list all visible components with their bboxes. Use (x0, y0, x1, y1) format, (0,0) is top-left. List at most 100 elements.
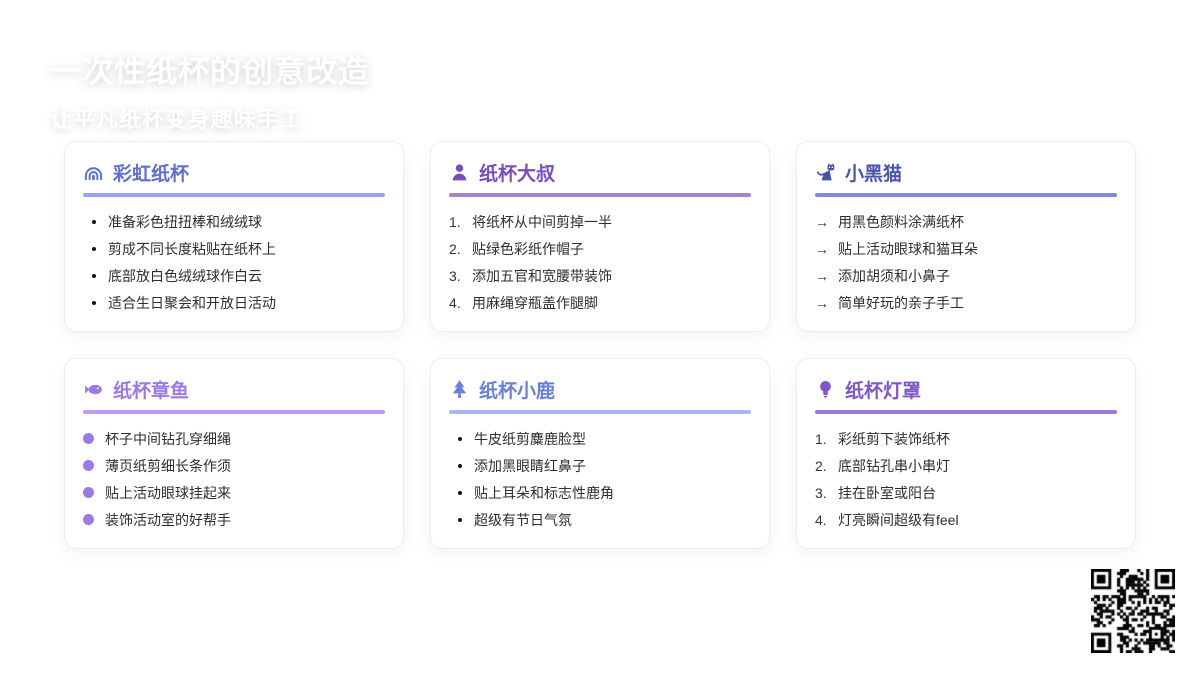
list-item-text: 彩纸剪下装饰纸杯 (838, 429, 950, 449)
list-item: 薄页纸剪细长条作须 (83, 452, 385, 479)
item-number: 2. (815, 458, 838, 474)
list-item: 牛皮纸剪麋鹿脸型 (449, 425, 751, 452)
page-title: 一次性纸杯的创意改造 (50, 46, 370, 91)
card-cup-deer: 纸杯小鹿 牛皮纸剪麋鹿脸型添加黑眼睛红鼻子贴上耳朵和标志性鹿角超级有节日气氛 (430, 358, 770, 549)
bullet-icon (458, 491, 462, 495)
list-item: 杯子中间钻孔穿细绳 (83, 425, 385, 452)
card-list: 准备彩色扭扭棒和绒绒球剪成不同长度粘贴在纸杯上底部放白色绒绒球作白云适合生日聚会… (83, 208, 385, 316)
list-item: 添加黑眼睛红鼻子 (449, 452, 751, 479)
cat-icon (815, 162, 836, 183)
list-item: 3.挂在卧室或阳台 (815, 479, 1117, 506)
card-header: 小黑猫 (815, 159, 1117, 186)
list-item-text: 适合生日聚会和开放日活动 (108, 293, 276, 313)
list-item-text: 装饰活动室的好帮手 (105, 510, 231, 530)
list-item-text: 添加黑眼睛红鼻子 (474, 456, 586, 476)
card-header: 彩虹纸杯 (83, 159, 385, 186)
rainbow-icon (83, 162, 104, 183)
item-number: 1. (449, 214, 472, 230)
card-underline (449, 410, 751, 414)
card-title: 纸杯章鱼 (113, 376, 189, 403)
page-subtitle: 让平凡纸杯变身趣味手工 (50, 102, 370, 134)
card-underline (83, 193, 385, 197)
qr-code (1091, 569, 1175, 653)
list-item: 1.彩纸剪下装饰纸杯 (815, 425, 1117, 452)
list-item-text: 底部钻孔串小串灯 (838, 456, 950, 476)
list-item-text: 简单好玩的亲子手工 (838, 293, 964, 313)
bullet-icon (458, 464, 462, 468)
bullet-icon (92, 274, 96, 278)
card-title: 纸杯灯罩 (845, 376, 921, 403)
card-grid: 彩虹纸杯 准备彩色扭扭棒和绒绒球剪成不同长度粘贴在纸杯上底部放白色绒绒球作白云适… (64, 141, 1136, 549)
card-list: 杯子中间钻孔穿细绳薄页纸剪细长条作须贴上活动眼球挂起来装饰活动室的好帮手 (83, 425, 385, 533)
bullet-icon (458, 518, 462, 522)
card-title: 纸杯小鹿 (479, 376, 555, 403)
bullet-icon (92, 301, 96, 305)
list-item-text: 将纸杯从中间剪掉一半 (472, 212, 612, 232)
list-item-text: 准备彩色扭扭棒和绒绒球 (108, 212, 262, 232)
list-item: 2.贴绿色彩纸作帽子 (449, 235, 751, 262)
card-title: 彩虹纸杯 (113, 159, 189, 186)
list-item-text: 牛皮纸剪麋鹿脸型 (474, 429, 586, 449)
list-item: 装饰活动室的好帮手 (83, 506, 385, 533)
card-header: 纸杯灯罩 (815, 376, 1117, 403)
list-item-text: 剪成不同长度粘贴在纸杯上 (108, 239, 276, 259)
list-item-text: 用麻绳穿瓶盖作腿脚 (472, 293, 598, 313)
list-item: →用黑色颜料涂满纸杯 (815, 208, 1117, 235)
list-item-text: 添加五官和宽腰带装饰 (472, 266, 612, 286)
dot-icon (83, 433, 94, 444)
dot-icon (83, 460, 94, 471)
list-item: 准备彩色扭扭棒和绒绒球 (83, 208, 385, 235)
card-underline (815, 193, 1117, 197)
card-underline (83, 410, 385, 414)
item-number: 3. (449, 268, 472, 284)
card-header: 纸杯大叔 (449, 159, 751, 186)
card-cup-uncle: 纸杯大叔 1.将纸杯从中间剪掉一半2.贴绿色彩纸作帽子3.添加五官和宽腰带装饰4… (430, 141, 770, 332)
card-title: 纸杯大叔 (479, 159, 555, 186)
bullet-icon (92, 220, 96, 224)
arrow-icon: → (815, 214, 838, 230)
list-item: →简单好玩的亲子手工 (815, 289, 1117, 316)
card-list: →用黑色颜料涂满纸杯→贴上活动眼球和猫耳朵→添加胡须和小鼻子→简单好玩的亲子手工 (815, 208, 1117, 316)
bullet-icon (92, 247, 96, 251)
card-header: 纸杯章鱼 (83, 376, 385, 403)
list-item-text: 贴绿色彩纸作帽子 (472, 239, 584, 259)
item-number: 4. (815, 512, 838, 528)
list-item: 贴上活动眼球挂起来 (83, 479, 385, 506)
list-item: 超级有节日气氛 (449, 506, 751, 533)
item-number: 3. (815, 485, 838, 501)
list-item: →添加胡须和小鼻子 (815, 262, 1117, 289)
card-black-cat: 小黑猫 →用黑色颜料涂满纸杯→贴上活动眼球和猫耳朵→添加胡须和小鼻子→简单好玩的… (796, 141, 1136, 332)
list-item-text: 薄页纸剪细长条作须 (105, 456, 231, 476)
list-item: 贴上耳朵和标志性鹿角 (449, 479, 751, 506)
bullet-icon (458, 437, 462, 441)
list-item-text: 贴上耳朵和标志性鹿角 (474, 483, 614, 503)
list-item-text: 贴上活动眼球挂起来 (105, 483, 231, 503)
card-underline (815, 410, 1117, 414)
bulb-icon (815, 379, 836, 400)
qr-code-canvas (1091, 569, 1175, 653)
item-number: 2. (449, 241, 472, 257)
list-item-text: 挂在卧室或阳台 (838, 483, 936, 503)
list-item-text: 添加胡须和小鼻子 (838, 266, 950, 286)
list-item: 2.底部钻孔串小串灯 (815, 452, 1117, 479)
list-item-text: 贴上活动眼球和猫耳朵 (838, 239, 978, 259)
fish-icon (83, 379, 104, 400)
list-item: 适合生日聚会和开放日活动 (83, 289, 385, 316)
list-item: 4.用麻绳穿瓶盖作腿脚 (449, 289, 751, 316)
arrow-icon: → (815, 295, 838, 311)
card-title: 小黑猫 (845, 159, 902, 186)
list-item-text: 底部放白色绒绒球作白云 (108, 266, 262, 286)
card-underline (449, 193, 751, 197)
list-item-text: 灯亮瞬间超级有feel (838, 510, 959, 530)
list-item: 4.灯亮瞬间超级有feel (815, 506, 1117, 533)
list-item: 剪成不同长度粘贴在纸杯上 (83, 235, 385, 262)
dot-icon (83, 487, 94, 498)
list-item: 底部放白色绒绒球作白云 (83, 262, 385, 289)
item-number: 1. (815, 431, 838, 447)
list-item-text: 超级有节日气氛 (474, 510, 572, 530)
person-icon (449, 162, 470, 183)
arrow-icon: → (815, 268, 838, 284)
slide-header: 一次性纸杯的创意改造 让平凡纸杯变身趣味手工 (50, 46, 370, 134)
card-header: 纸杯小鹿 (449, 376, 751, 403)
list-item-text: 用黑色颜料涂满纸杯 (838, 212, 964, 232)
